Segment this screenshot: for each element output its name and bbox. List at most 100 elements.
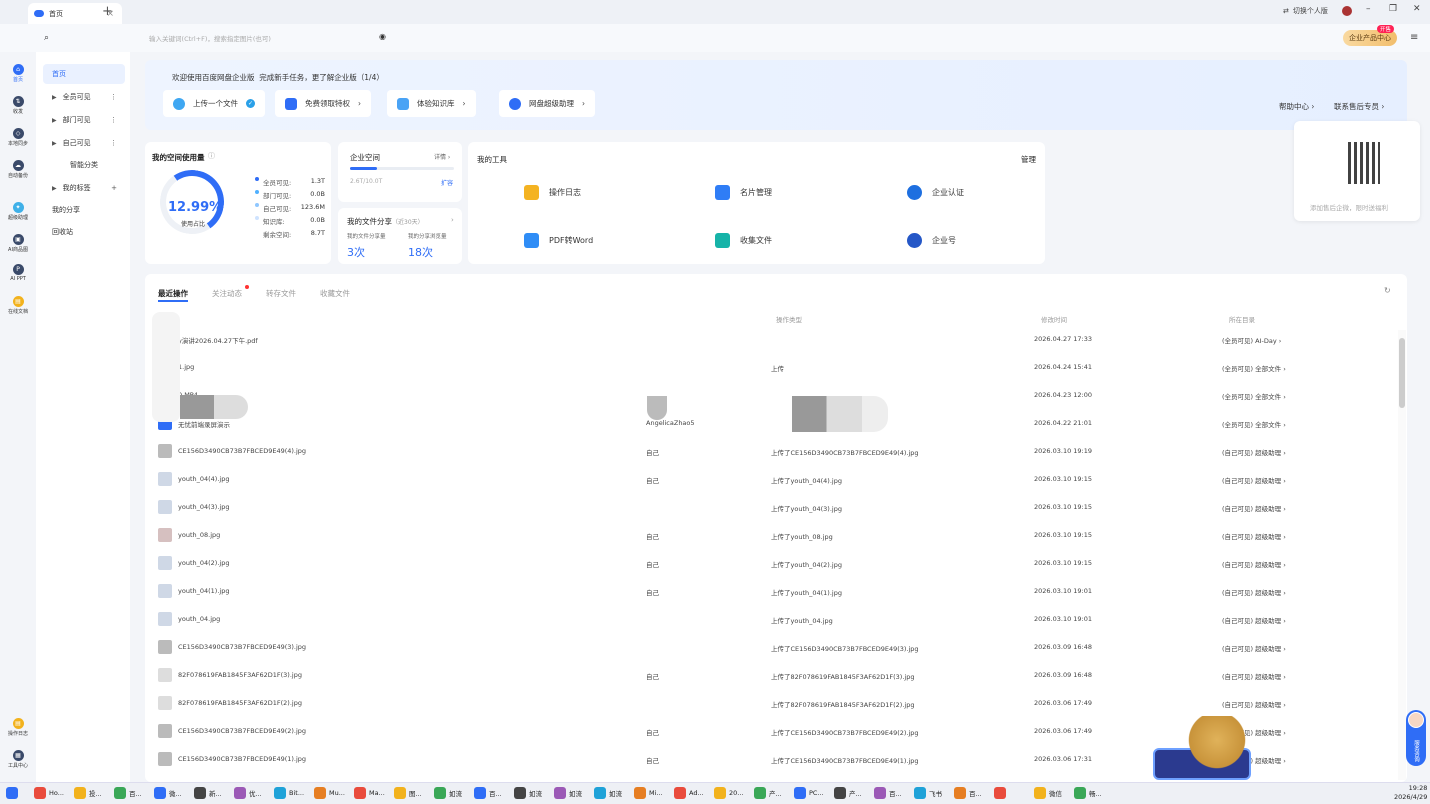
taskbar-app[interactable]: 如流 bbox=[554, 785, 582, 801]
caret-right-icon[interactable]: ▶ bbox=[52, 185, 57, 192]
table-row[interactable]: youth_08.jpg 自己 上传了youth_08.jpg 2026.03.10 … bbox=[158, 524, 1398, 552]
tool-card-manage[interactable]: 名片管理 bbox=[715, 185, 772, 200]
taskbar-app[interactable]: Ma... bbox=[354, 785, 385, 801]
rail-sync[interactable]: ◇ 本地同步 bbox=[0, 128, 36, 147]
table-row[interactable]: youth_04.jpg 上传了youth_04.jpg 2026.03.10 19… bbox=[158, 608, 1398, 636]
sidebar-item-trash[interactable]: 回收站 bbox=[43, 222, 125, 242]
close-window-button[interactable]: ✕ bbox=[1413, 4, 1421, 14]
directory-link[interactable]: (自己可见) 超级助理 › bbox=[1222, 643, 1286, 653]
add-tag-icon[interactable]: + bbox=[111, 184, 117, 192]
directory-link[interactable]: (自己可见) 超级助理 › bbox=[1222, 559, 1286, 569]
info-icon[interactable]: ⓘ bbox=[208, 151, 215, 161]
taskbar-app[interactable]: 百... bbox=[474, 785, 502, 801]
taskbar-app[interactable]: Ho... bbox=[34, 785, 64, 801]
tool-oplog[interactable]: 操作日志 bbox=[524, 185, 581, 200]
rail-transfer[interactable]: ⇅ 收发 bbox=[0, 96, 36, 115]
table-row[interactable]: youth_04(1).jpg 自己 上传了youth_04(1).jpg 2026.… bbox=[158, 580, 1398, 608]
rail-doc[interactable]: ▤ 在线文档 bbox=[0, 296, 36, 315]
table-row[interactable]: youth_04(3).jpg 上传了youth_04(3).jpg 2026.03… bbox=[158, 496, 1398, 524]
directory-link[interactable]: (全员可见) AI-Day › bbox=[1222, 335, 1281, 345]
file-name[interactable]: CE156D3490CB73B7FBCED9E49(4).jpg bbox=[178, 447, 306, 455]
help-center-link[interactable]: 帮助中心 › bbox=[1279, 101, 1314, 112]
scrollbar-thumb[interactable] bbox=[1399, 338, 1405, 408]
directory-link[interactable]: (自己可见) 超级助理 › bbox=[1222, 615, 1286, 625]
task-assistant[interactable]: 网盘超级助理 › bbox=[499, 90, 595, 117]
taskbar-app[interactable]: Mu... bbox=[314, 785, 345, 801]
taskbar-app[interactable]: 新... bbox=[194, 785, 222, 801]
taskbar-app[interactable]: 投... bbox=[74, 785, 102, 801]
table-row[interactable]: CE156D3490CB73B7FBCED9E49(4).jpg 自己 上传了CE1… bbox=[158, 440, 1398, 468]
more-icon[interactable]: ⋮ bbox=[110, 116, 117, 124]
file-name[interactable]: youth_04.jpg bbox=[178, 615, 220, 623]
tool-enterprise-account[interactable]: 企业号 bbox=[907, 233, 956, 248]
file-name[interactable]: 1.jpg bbox=[178, 363, 194, 371]
rail-tools[interactable]: ▦ 工具中心 bbox=[0, 750, 36, 769]
rail-assistant[interactable]: ✦ 超级助理 bbox=[0, 202, 36, 221]
rail-ai-image[interactable]: ▣ AI商品图 bbox=[0, 234, 36, 253]
table-row[interactable]: y演讲2026.04.27下午.pdf 2026.04.27 17:33 (全员可见… bbox=[158, 328, 1398, 356]
maximize-button[interactable]: ❐ bbox=[1389, 4, 1397, 14]
tool-enterprise-cert[interactable]: 企业认证 bbox=[907, 185, 964, 200]
tab-saved[interactable]: 转存文件 bbox=[266, 288, 296, 299]
sidebar-item-tags[interactable]: ▶ 我的标签 + bbox=[43, 178, 125, 198]
directory-link[interactable]: (自己可见) 超级助理 › bbox=[1222, 447, 1286, 457]
task-privilege[interactable]: 免费领取特权 › bbox=[275, 90, 371, 117]
tools-manage-button[interactable]: 管理 bbox=[1021, 154, 1036, 165]
file-name[interactable]: 82F078619FAB1845F3AF62D1F(3).jpg bbox=[178, 671, 302, 679]
tab-favorites[interactable]: 收藏文件 bbox=[320, 288, 350, 299]
taskbar-app[interactable]: 如流 bbox=[434, 785, 462, 801]
directory-link[interactable]: (自己可见) 超级助理 › bbox=[1222, 699, 1286, 709]
avatar[interactable] bbox=[1341, 6, 1352, 16]
sidebar-item-share[interactable]: 我的分享 bbox=[43, 200, 125, 220]
taskbar-app[interactable]: 百... bbox=[954, 785, 982, 801]
file-name[interactable]: youth_04(4).jpg bbox=[178, 475, 229, 483]
tool-collect[interactable]: 收集文件 bbox=[715, 233, 772, 248]
table-row[interactable]: youth_04(4).jpg 自己 上传了youth_04(4).jpg 2026.… bbox=[158, 468, 1398, 496]
new-tab-button[interactable]: + bbox=[102, 4, 113, 19]
file-name[interactable]: youth_04(2).jpg bbox=[178, 559, 229, 567]
table-row[interactable]: 无忧前端录屏演示 AngelicaZhao5 2026.04.22 21:01 (全员… bbox=[158, 412, 1398, 440]
taskbar-app[interactable]: 微... bbox=[154, 785, 182, 801]
image-search-icon[interactable]: ◉ bbox=[379, 32, 386, 41]
file-name[interactable]: youth_08.jpg bbox=[178, 531, 220, 539]
more-icon[interactable]: ⋮ bbox=[110, 139, 117, 147]
taskbar-app[interactable]: 百... bbox=[114, 785, 142, 801]
rail-oplog[interactable]: ▤ 操作日志 bbox=[0, 718, 36, 737]
tab-recent[interactable]: 最近操作 bbox=[158, 288, 188, 299]
taskbar-app[interactable]: PC... bbox=[794, 785, 824, 801]
file-name[interactable]: 无忧前端录屏演示 bbox=[178, 419, 230, 429]
table-row[interactable]: 82F078619FAB1845F3AF62D1F(3).jpg 自己 上传了82F… bbox=[158, 664, 1398, 692]
file-name[interactable]: youth_04(3).jpg bbox=[178, 503, 229, 511]
expand-button[interactable]: 扩容 bbox=[441, 178, 453, 187]
sidebar-item-smart[interactable]: 智能分类 bbox=[43, 155, 125, 175]
caret-right-icon[interactable]: ▶ bbox=[52, 117, 57, 124]
taskbar-app[interactable]: 产... bbox=[754, 785, 782, 801]
taskbar-app[interactable]: 图... bbox=[394, 785, 422, 801]
start-button[interactable] bbox=[6, 785, 18, 801]
rail-backup[interactable]: ☁ 自动备份 bbox=[0, 160, 36, 179]
sidebar-item-self[interactable]: ▶ 自己可见 ⋮ bbox=[43, 133, 125, 153]
file-name[interactable]: CE156D3490CB73B7FBCED9E49(3).jpg bbox=[178, 643, 306, 651]
table-row[interactable]: youth_04(2).jpg 自己 上传了youth_04(2).jpg 2026.… bbox=[158, 552, 1398, 580]
taskbar-app[interactable]: 如流 bbox=[514, 785, 542, 801]
file-name[interactable]: CE156D3490CB73B7FBCED9E49(1).jpg bbox=[178, 755, 306, 763]
more-icon[interactable]: ⋮ bbox=[110, 93, 117, 101]
contact-service-link[interactable]: 联系售后专员 › bbox=[1334, 101, 1384, 112]
taskbar-app[interactable]: Mi... bbox=[634, 785, 663, 801]
file-name[interactable]: y演讲2026.04.27下午.pdf bbox=[178, 335, 258, 345]
taskbar-app[interactable]: 优... bbox=[234, 785, 262, 801]
directory-link[interactable]: (自己可见) 超级助理 › bbox=[1222, 503, 1286, 513]
directory-link[interactable]: (自己可见) 超级助理 › bbox=[1222, 475, 1286, 485]
table-row[interactable]: CE156D3490CB73B7FBCED9E49(3).jpg 上传了CE156… bbox=[158, 636, 1398, 664]
task-knowledge[interactable]: 体验知识库 › bbox=[387, 90, 476, 117]
taskbar-app[interactable]: 如流 bbox=[594, 785, 622, 801]
tool-pdf-word[interactable]: PDF转Word bbox=[524, 233, 593, 248]
directory-link[interactable]: (全员可见) 全部文件 › bbox=[1222, 391, 1286, 401]
directory-link[interactable]: (自己可见) 超级助理 › bbox=[1222, 587, 1286, 597]
search-input[interactable]: ⌕ 输入关键词(Ctrl+F)，搜索指定图片(也可) bbox=[44, 30, 390, 45]
share-title[interactable]: 我的文件分享（近30天） bbox=[347, 216, 424, 227]
taskbar-app[interactable]: 微信 bbox=[1034, 785, 1062, 801]
sidebar-item-dept[interactable]: ▶ 部门可见 ⋮ bbox=[43, 110, 125, 130]
enterprise-space-detail-link[interactable]: 详情 › bbox=[434, 152, 450, 161]
table-row[interactable]: 1.jpg 上传 2026.04.24 15:41 (全员可见) 全部文件 › bbox=[158, 356, 1398, 384]
